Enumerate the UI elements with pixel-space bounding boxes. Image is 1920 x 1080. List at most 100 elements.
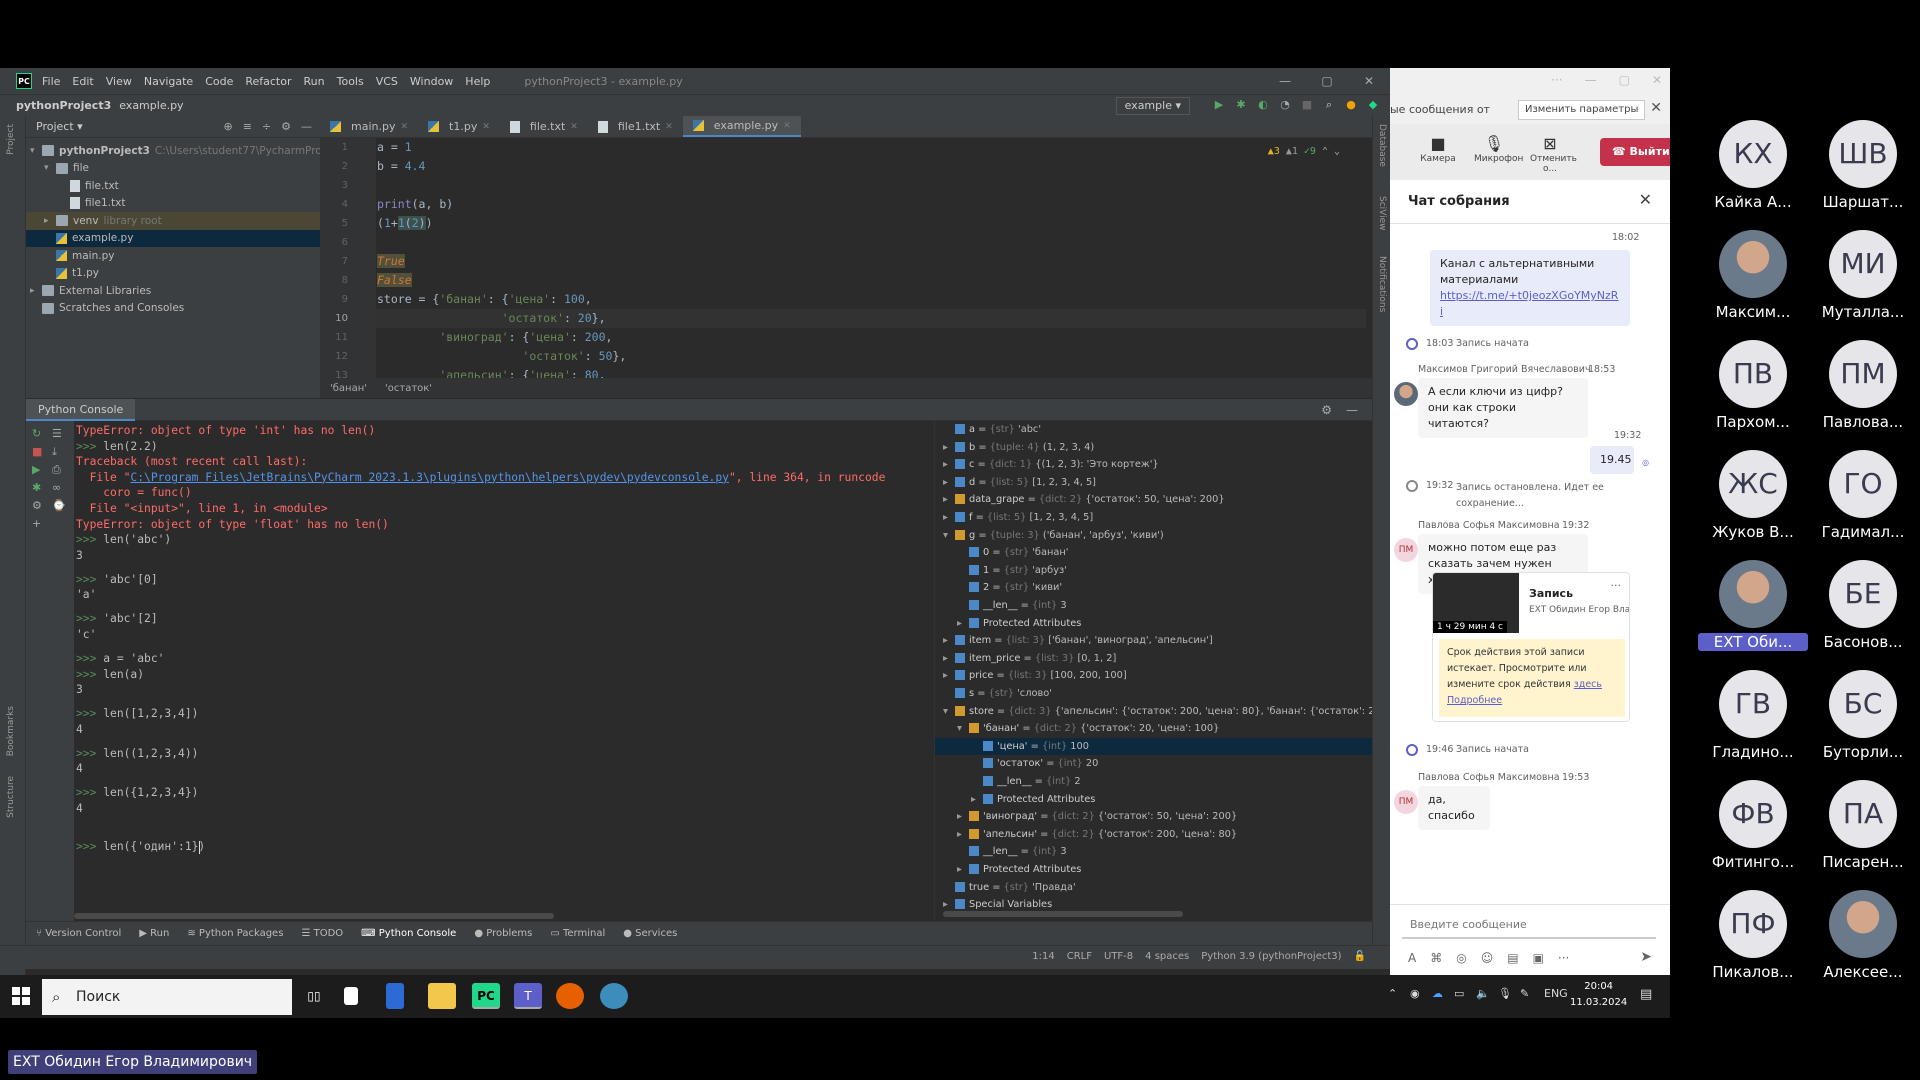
mic-tray-icon[interactable]: 🎙 [1498, 987, 1512, 1000]
tool-tab[interactable]: ▭ Terminal [550, 928, 605, 939]
participant-tile[interactable]: Максим... [1698, 230, 1808, 321]
scroll-end-icon[interactable]: ⤓ [52, 445, 57, 459]
tool-tab[interactable]: ● Services [623, 928, 677, 939]
minimize-icon[interactable]: — [1264, 68, 1306, 94]
network-icon[interactable]: ▭ [1454, 987, 1464, 1000]
chevron-right-icon[interactable]: ▸ [957, 808, 969, 826]
variable-row[interactable]: true = {str} 'Правда' [943, 879, 1076, 897]
variable-row[interactable]: a = {str} 'abc' [943, 421, 1041, 439]
pen-icon[interactable]: ✎ [1520, 987, 1529, 1000]
code-breadcrumb-item[interactable]: 'банан' [330, 383, 367, 394]
chevron-down-icon[interactable]: ▾ [957, 720, 969, 738]
participant-tile[interactable]: ГВ Гладино... [1698, 670, 1808, 761]
participant-tile[interactable]: ПМ Павлова... [1808, 340, 1918, 431]
chevron-down-icon[interactable]: ▾ [30, 146, 42, 156]
menu-item[interactable]: Refactor [245, 75, 291, 88]
menu-item[interactable]: View [106, 75, 132, 88]
close-tab-icon[interactable]: ✕ [400, 122, 408, 132]
database-tool-label[interactable]: Database [1377, 124, 1387, 167]
bookmarks-tool-label[interactable]: Bookmarks [6, 706, 16, 756]
coverage-icon[interactable]: ◐ [1256, 98, 1270, 112]
chevron-up-icon[interactable]: ⌃ [1322, 142, 1328, 161]
tab-python-console[interactable]: Python Console [26, 398, 136, 421]
participant-tile[interactable]: ЖС Жуков В... [1698, 450, 1808, 541]
variable-row[interactable]: ▸ d = {list: 5} [1, 2, 3, 4, 5] [943, 474, 1096, 492]
tree-item[interactable]: ▸ venv library root [26, 212, 320, 230]
locate-icon[interactable]: ⊕ [223, 120, 232, 133]
tree-item[interactable]: t1.py [26, 265, 320, 283]
participant-tile[interactable]: БС Буторли... [1808, 670, 1918, 761]
chevron-right-icon[interactable]: ▸ [943, 667, 955, 685]
gear-icon[interactable]: ⚙ [281, 120, 291, 133]
status-item[interactable]: 4 spaces [1145, 951, 1189, 962]
close-icon[interactable]: ✕ [1348, 68, 1390, 94]
microphone-button[interactable]: 🎙 Микрофон [1474, 124, 1523, 180]
settings-icon[interactable]: ⚙ [32, 499, 42, 512]
chevron-down-icon[interactable]: ⌄ [1334, 142, 1340, 161]
code-breadcrumb-item[interactable]: 'остаток' [385, 383, 432, 394]
gif-icon[interactable]: ▤ [1507, 951, 1518, 965]
update-icon[interactable]: ● [1344, 98, 1358, 112]
variable-row[interactable]: 'цена' = {int} 100 [935, 737, 1372, 756]
participant-tile[interactable]: МИ Муталла... [1808, 230, 1918, 321]
chevron-down-icon[interactable]: ▾ [943, 527, 955, 545]
variable-row[interactable]: ▸ data_grape = {dict: 2} {'остаток': 50, … [943, 491, 1225, 509]
run-icon[interactable]: ▶ [1212, 98, 1226, 112]
editor-tab[interactable]: file.txt ✕ [500, 116, 588, 137]
close-tab-icon[interactable]: ✕ [482, 122, 490, 132]
teams-taskbar-icon[interactable]: T [514, 983, 542, 1009]
stop-icon[interactable]: ■ [32, 445, 42, 458]
menu-item[interactable]: Window [410, 75, 453, 88]
variable-row[interactable]: ▸ c = {dict: 1} {(1, 2, 3): 'Это кортеж'} [943, 456, 1159, 474]
menu-item[interactable]: File [42, 75, 60, 88]
tree-item[interactable]: file.txt [26, 177, 320, 195]
more-icon[interactable]: ··· [1551, 73, 1562, 87]
jetbrains-logo-icon[interactable]: ◆ [1366, 98, 1380, 112]
project-panel-title[interactable]: Project [36, 120, 74, 133]
variable-row[interactable]: __len__ = {int} 3 [957, 843, 1067, 861]
menu-item[interactable]: Edit [72, 75, 93, 88]
close-icon[interactable]: ✕ [1652, 73, 1662, 87]
variable-row[interactable]: ▾ g = {tuple: 3} ('банан', 'арбуз', 'киви… [943, 527, 1164, 545]
variable-row[interactable]: ▸ 'виноград' = {dict: 2} {'остаток': 50, … [957, 808, 1237, 826]
avatar[interactable] [1394, 382, 1418, 406]
tree-item[interactable]: Scratches and Consoles [26, 300, 320, 318]
close-tab-icon[interactable]: ✕ [570, 122, 578, 132]
show-vars-icon[interactable]: ∞ [52, 481, 61, 494]
menu-item[interactable]: Run [304, 75, 325, 88]
search-icon[interactable]: ⌕ [1322, 98, 1336, 112]
taskbar-search[interactable]: ⌕ Поиск [42, 979, 292, 1015]
variables-scrollbar[interactable] [943, 911, 1183, 917]
variable-row[interactable]: ▸ f = {list: 5} [1, 2, 3, 4, 5] [943, 509, 1093, 527]
maximize-icon[interactable]: ▢ [1306, 68, 1348, 94]
tray-app-icon[interactable]: ◉ [1410, 987, 1420, 1000]
variable-row[interactable]: 1 = {str} 'арбуз' [957, 562, 1067, 580]
variable-row[interactable]: ▸ 'апельсин' = {dict: 2} {'остаток': 200,… [957, 826, 1237, 844]
tray-chevron-icon[interactable]: ⌃ [1388, 987, 1397, 1000]
profile-icon[interactable]: ◔ [1278, 98, 1292, 112]
variable-row[interactable]: ▸ Protected Attributes [957, 861, 1081, 879]
add-icon[interactable]: + [32, 517, 41, 530]
emoji-icon[interactable]: ☺ [1481, 951, 1494, 965]
editor-tab[interactable]: main.py ✕ [320, 116, 418, 137]
camera-button[interactable]: ■ Камера [1418, 124, 1458, 180]
participant-tile[interactable]: ГО Гадимал... [1808, 450, 1918, 541]
tree-item[interactable]: example.py [26, 229, 320, 247]
hide-icon[interactable]: — [301, 120, 312, 133]
tree-item[interactable]: main.py [26, 247, 320, 265]
variable-row[interactable]: 'остаток' = {int} 20 [971, 755, 1098, 773]
message-link[interactable]: https://t.me/+t0jeozXGoYMyNzRi [1440, 288, 1620, 320]
avatar[interactable]: ПМ [1394, 790, 1418, 814]
execute-icon[interactable]: ▶ [32, 463, 40, 476]
send-icon[interactable]: ➤ [1640, 949, 1652, 965]
status-item[interactable]: Python 3.9 (pythonProject3) [1201, 951, 1341, 962]
chat-messages[interactable]: 18:02 Канал с альтернативными материалам… [1390, 224, 1670, 904]
variable-row[interactable]: s = {str} 'слово' [943, 685, 1052, 703]
close-chat-icon[interactable]: ✕ [1639, 190, 1652, 209]
learn-more-link[interactable]: Подробнее [1447, 695, 1502, 706]
chevron-right-icon[interactable]: ▸ [957, 615, 969, 633]
editor-tab[interactable]: file1.txt ✕ [588, 116, 683, 137]
more-icon[interactable]: ··· [1611, 579, 1622, 592]
soft-wrap-icon[interactable]: ☰ [52, 427, 62, 440]
participant-tile[interactable]: ПА Писарен... [1808, 780, 1918, 871]
